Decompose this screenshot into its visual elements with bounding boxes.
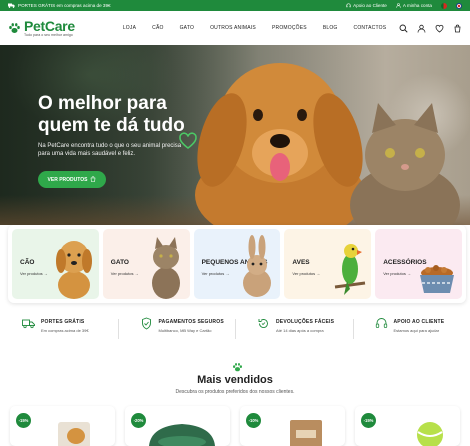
feature-title: PAGAMENTOS SEGUROS [159,319,224,325]
nav-loja[interactable]: LOJA [115,25,144,31]
feature-title: APOIO AO CLIENTE [394,319,445,325]
user-icon [396,3,401,9]
hero-banner: O melhor para quem te dá tudo Na PetCare… [0,45,470,225]
category-link[interactable]: Ver produtos → [292,271,320,276]
feature-free-shipping: PORTES GRÁTIS Em compras acima de 39€ [0,317,118,341]
top-bar: PORTES GRÁTIS em compras acima de 39€ Ap… [0,0,470,11]
support-link[interactable]: Apoio ao Cliente [346,3,387,9]
hero-subtitle: Na PetCare encontra tudo o que o seu ani… [38,142,188,158]
brand-name: PetCare [24,20,75,33]
shipping-notice: PORTES GRÁTIS em compras acima de 39€ [18,3,111,8]
category-name: AVES [292,259,309,266]
discount-badge: -15% [16,413,31,428]
flag-en-icon[interactable] [456,3,462,9]
dog-image [53,233,95,299]
category-card-pequenos-animais[interactable]: PEQUENOS ANIMAIS Ver produtos → [194,229,281,299]
return-icon [257,317,270,330]
discount-badge: -10% [246,413,261,428]
support-label: Apoio ao Cliente [353,3,387,8]
user-icon[interactable] [417,24,426,33]
feature-desc: Estamos aqui para ajudar [394,328,445,333]
flag-pt-icon[interactable] [441,3,447,9]
truck-icon [22,317,35,330]
dog-food-bag-image [54,418,94,446]
features-strip: PORTES GRÁTIS Em compras acima de 39€ PA… [0,317,470,341]
category-link[interactable]: Ver produtos → [111,271,139,276]
product-grid: -15% -20% -10% -15% [10,406,460,446]
shield-check-icon [140,317,153,330]
hero-title: O melhor para quem te dá tudo [38,93,198,137]
category-card-aves[interactable]: AVES Ver produtos → [284,229,371,299]
category-card-cao[interactable]: CÃO Ver produtos → [12,229,99,299]
main-nav: LOJA CÃO GATO OUTROS ANIMAIS PROMOÇÕES B… [115,25,394,31]
product-card[interactable]: -15% [355,406,460,446]
discount-badge: -15% [361,413,376,428]
pet-bed-image [147,418,217,446]
category-link[interactable]: Ver produtos → [383,271,411,276]
category-card-acessorios[interactable]: ACESSÓRIOS Ver produtos → [375,229,462,299]
feature-desc: Até 14 dias após a compra [276,328,334,333]
paw-logo-icon [8,22,21,35]
product-card[interactable]: -10% [240,406,345,446]
product-card[interactable]: -15% [10,406,115,446]
site-header: PetCare Tudo para o seu melhor amigo LOJ… [0,11,470,45]
category-name: GATO [111,259,129,266]
cart-icon[interactable] [453,24,462,33]
category-card-gato[interactable]: GATO Ver produtos → [103,229,190,299]
headset-icon [375,317,388,330]
bestsellers-subtitle: Descubra os produtos preferidos dos noss… [0,389,470,395]
view-products-label: VER PRODUTOS [48,177,88,183]
feature-title: PORTES GRÁTIS [41,319,89,325]
account-link[interactable]: A minha conta [396,3,432,9]
feature-title: DEVOLUÇÕES FÁCEIS [276,319,334,325]
feature-desc: Multibanco, MB Way e Cartão [159,328,224,333]
headset-icon [346,3,351,9]
toy-ball-image [415,420,445,446]
view-products-button[interactable]: VER PRODUTOS [38,171,106,188]
category-name: CÃO [20,259,34,266]
bestsellers-title: Mais vendidos [0,374,470,386]
kraft-food-bag-image [286,418,326,446]
cat-image [146,233,186,299]
nav-blog[interactable]: BLOG [315,25,346,31]
feature-customer-support: APOIO AO CLIENTE Estamos aqui para ajuda… [353,317,470,341]
feature-secure-payments: PAGAMENTOS SEGUROS Multibanco, MB Way e … [118,317,236,341]
feature-easy-returns: DEVOLUÇÕES FÁCEIS Até 14 dias após a com… [235,317,353,341]
food-bowl-image [416,259,458,299]
rabbit-image [238,233,276,299]
category-link[interactable]: Ver produtos → [202,271,230,276]
truck-icon [8,3,15,9]
bag-icon [90,176,96,184]
feature-desc: Em compras acima de 39€ [41,328,89,333]
heart-outline-icon [178,132,198,155]
parrot-image [333,233,367,299]
logo[interactable]: PetCare Tudo para o seu melhor amigo [8,20,75,37]
category-link[interactable]: Ver produtos → [20,271,48,276]
nav-outros-animais[interactable]: OUTROS ANIMAIS [202,25,264,31]
discount-badge: -20% [131,413,146,428]
search-icon[interactable] [399,24,408,33]
nav-contactos[interactable]: CONTACTOS [346,25,395,31]
heart-icon[interactable] [435,24,444,33]
product-card[interactable]: -20% [125,406,230,446]
nav-promocoes[interactable]: PROMOÇÕES [264,25,315,31]
category-strip: CÃO Ver produtos → GATO Ver produtos → P… [8,225,466,303]
nav-cao[interactable]: CÃO [144,25,171,31]
nav-gato[interactable]: GATO [172,25,203,31]
brand-tagline: Tudo para o seu melhor amigo [24,33,75,37]
account-label: A minha conta [403,3,432,8]
